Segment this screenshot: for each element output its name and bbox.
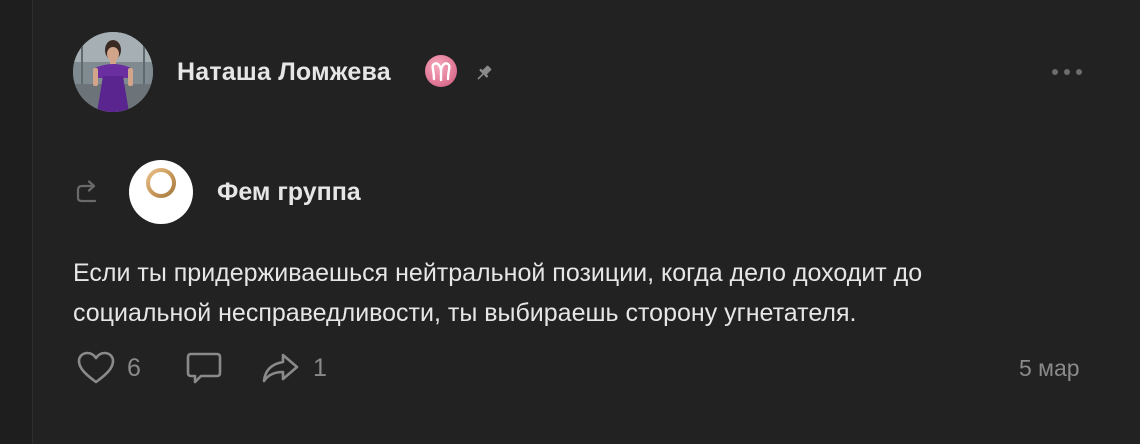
aries-sign-icon — [425, 55, 457, 87]
venus-symbol-icon — [146, 168, 176, 220]
post-text-line: Если ты придерживаешься нейтральной пози… — [73, 259, 923, 287]
share-button[interactable]: 1 — [259, 348, 327, 388]
likes-count: 6 — [127, 353, 141, 382]
author-avatar[interactable] — [73, 32, 153, 112]
share-arrow-icon — [262, 353, 299, 383]
group-avatar[interactable] — [129, 160, 193, 224]
shares-count: 1 — [313, 353, 327, 382]
post-date[interactable]: 5 мар — [1019, 355, 1080, 382]
author-name[interactable]: Наташа Ломжева — [177, 58, 391, 87]
post-text-line: социальной несправедливости, ты выбираеш… — [73, 299, 857, 327]
post-text: Если ты придерживаешься нейтральной пози… — [73, 253, 1113, 333]
group-name[interactable]: Фем группа — [217, 178, 361, 207]
comment-icon — [186, 352, 222, 384]
ellipsis-icon[interactable] — [1047, 60, 1087, 84]
profile-photo — [73, 32, 153, 112]
post-card: Наташа Ломжева Фем группа Если ты придер… — [32, 0, 1140, 444]
repost-arrow-icon — [73, 178, 103, 204]
heart-icon — [77, 351, 115, 384]
like-button[interactable]: 6 — [75, 348, 141, 388]
comment-button[interactable] — [183, 348, 225, 388]
pin-icon — [473, 62, 495, 84]
